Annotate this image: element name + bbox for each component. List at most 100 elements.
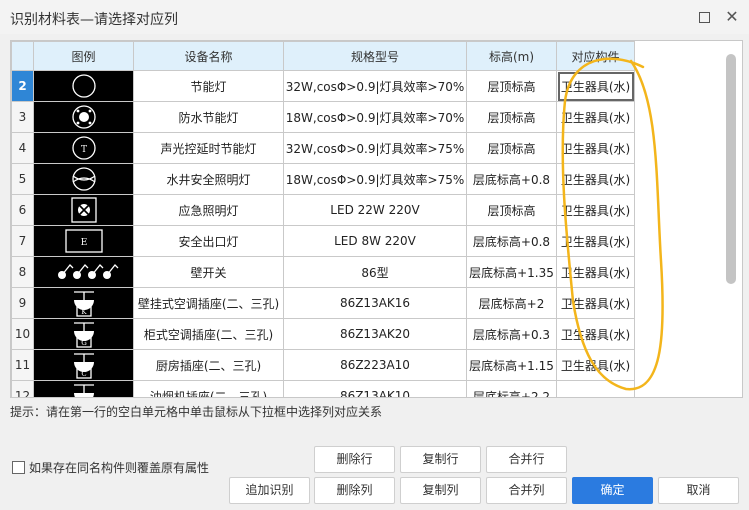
table-row[interactable]: 12 油烟机插座(二、三孔) 86Z13AK10 层底标高+2.2 (11, 380, 635, 397)
row-number[interactable]: 12 (11, 380, 34, 397)
table-row[interactable]: 7 E 安全出口灯 LED 8W 220V 层底标高+0.8 卫生器具(水) (11, 225, 635, 257)
elevation-cell[interactable]: 层底标高+2.2 (466, 380, 557, 397)
device-name-cell[interactable]: 水井安全照明灯 (133, 163, 284, 195)
spec-cell[interactable]: LED 22W 220V (283, 194, 467, 226)
device-name-cell[interactable]: 壁开关 (133, 256, 284, 288)
col-header-name[interactable]: 设备名称 (133, 41, 284, 71)
spec-cell[interactable]: 18W,cosΦ>0.9|灯具效率>70% (283, 101, 467, 133)
device-name-cell[interactable]: 声光控延时节能灯 (133, 132, 284, 164)
symbol-letter: G (81, 339, 87, 347)
row-number[interactable]: 9 (11, 287, 34, 319)
delete-col-button[interactable]: 删除列 (314, 477, 395, 504)
table-row[interactable]: 9 K 壁挂式空调插座(二、三孔) 86Z13AK16 层底标高+2 卫生器具(水) (11, 287, 635, 319)
elevation-cell[interactable]: 层底标高+1.15 (466, 349, 557, 381)
elevation-cell[interactable]: 层顶标高 (466, 194, 557, 226)
table-row[interactable]: 8 壁开关 86型 层底标高+1.35 卫生器具(水) (11, 256, 635, 288)
legend-cell[interactable] (33, 101, 134, 133)
row-number[interactable]: 7 (11, 225, 34, 257)
device-name-cell[interactable]: 油烟机插座(二、三孔) (133, 380, 284, 397)
legend-cell[interactable]: E (33, 225, 134, 257)
device-name-cell[interactable]: 防水节能灯 (133, 101, 284, 133)
spec-cell[interactable]: 86Z13AK16 (283, 287, 467, 319)
legend-cell[interactable] (33, 380, 134, 397)
close-button[interactable]: ✕ (721, 6, 743, 28)
elevation-cell[interactable]: 层底标高+0.3 (466, 318, 557, 350)
col-header-elevation[interactable]: 标高(m) (466, 41, 557, 71)
row-number[interactable]: 10 (11, 318, 34, 350)
row-number[interactable]: 11 (11, 349, 34, 381)
component-cell[interactable]: 卫生器具(水) (556, 225, 635, 257)
header-row: 图例 设备名称 规格型号 标高(m) 对应构件 (11, 41, 635, 71)
spec-cell[interactable]: 32W,cosΦ>0.9|灯具效率>70% (283, 70, 467, 102)
table-row[interactable]: 11 C 厨房插座(二、三孔) 86Z223A10 层底标高+1.15 卫生器具(水) (11, 349, 635, 381)
elevation-cell[interactable]: 层底标高+1.35 (466, 256, 557, 288)
table-row[interactable]: 3 防水节能灯 18W,cosΦ>0.9|灯具效率>70% 层顶标高 卫生器具(水) (11, 101, 635, 133)
spec-cell[interactable]: 18W,cosΦ>0.9|灯具效率>75% (283, 163, 467, 195)
row-number[interactable]: 2 (11, 70, 34, 102)
device-name-cell[interactable]: 安全出口灯 (133, 225, 284, 257)
spec-cell[interactable]: 32W,cosΦ>0.9|灯具效率>75% (283, 132, 467, 164)
row-number[interactable]: 5 (11, 163, 34, 195)
component-cell[interactable]: 卫生器具(水) (556, 349, 635, 381)
vertical-scrollbar[interactable] (726, 54, 736, 284)
col-header-legend[interactable]: 图例 (33, 41, 134, 71)
elevation-cell[interactable]: 层顶标高 (466, 132, 557, 164)
component-cell[interactable]: 卫生器具(水) (556, 287, 635, 319)
component-cell[interactable]: 卫生器具(水) (556, 132, 635, 164)
elevation-cell[interactable]: 层底标高+0.8 (466, 225, 557, 257)
col-header-component[interactable]: 对应构件 (556, 41, 635, 71)
copy-col-button[interactable]: 复制列 (400, 477, 481, 504)
component-cell[interactable]: 卫生器具(水) (556, 256, 635, 288)
material-table[interactable]: 图例 设备名称 规格型号 标高(m) 对应构件 2 节能灯 32W,cosΦ>0.9… (10, 40, 743, 398)
elevation-cell[interactable]: 层顶标高 (466, 101, 557, 133)
table-row[interactable]: 10 G 柜式空调插座(二、三孔) 86Z13AK20 层底标高+0.3 卫生器具(水) (11, 318, 635, 350)
legend-cell[interactable] (33, 70, 134, 102)
component-cell[interactable]: 卫生器具(水) (556, 194, 635, 226)
delete-row-button[interactable]: 删除行 (314, 446, 395, 473)
legend-cell[interactable]: T (33, 132, 134, 164)
component-cell[interactable]: 卫生器具(水) (556, 163, 635, 195)
merge-row-button[interactable]: 合并行 (486, 446, 567, 473)
row-number[interactable]: 6 (11, 194, 34, 226)
spec-cell[interactable]: LED 8W 220V (283, 225, 467, 257)
elevation-cell[interactable]: 层底标高+2 (466, 287, 557, 319)
row-number[interactable]: 4 (11, 132, 34, 164)
merge-col-button[interactable]: 合并列 (486, 477, 567, 504)
component-cell[interactable] (556, 380, 635, 397)
table-row[interactable]: 4 T 声光控延时节能灯 32W,cosΦ>0.9|灯具效率>75% 层顶标高 卫生器具(… (11, 132, 635, 164)
elevation-cell[interactable]: 层顶标高 (466, 70, 557, 102)
legend-cell[interactable] (33, 256, 134, 288)
component-cell[interactable]: 卫生器具(水) (556, 70, 635, 102)
symbol-letter: E (80, 238, 87, 248)
table-row[interactable]: 2 节能灯 32W,cosΦ>0.9|灯具效率>70% 层顶标高 卫生器具(水) (11, 70, 635, 102)
legend-cell[interactable] (33, 194, 134, 226)
device-name-cell[interactable]: 厨房插座(二、三孔) (133, 349, 284, 381)
device-name-cell[interactable]: 应急照明灯 (133, 194, 284, 226)
copy-row-button[interactable]: 复制行 (400, 446, 481, 473)
row-number[interactable]: 8 (11, 256, 34, 288)
cancel-button[interactable]: 取消 (658, 477, 739, 504)
row-number[interactable]: 3 (11, 101, 34, 133)
table-row[interactable]: 6 应急照明灯 LED 22W 220V 层顶标高 卫生器具(水) (11, 194, 635, 226)
device-name-cell[interactable]: 柜式空调插座(二、三孔) (133, 318, 284, 350)
legend-cell[interactable]: C (33, 349, 134, 381)
ok-button[interactable]: 确定 (572, 477, 653, 504)
spec-cell[interactable]: 86Z223A10 (283, 349, 467, 381)
spec-cell[interactable]: 86Z13AK10 (283, 380, 467, 397)
checkbox-box[interactable] (12, 461, 25, 474)
spec-cell[interactable]: 86Z13AK20 (283, 318, 467, 350)
overwrite-checkbox[interactable]: 如果存在同名构件则覆盖原有属性 (12, 459, 209, 476)
legend-cell[interactable]: K (33, 287, 134, 319)
col-header-spec[interactable]: 规格型号 (283, 41, 467, 71)
append-recognize-button[interactable]: 追加识别 (229, 477, 310, 504)
spec-cell[interactable]: 86型 (283, 256, 467, 288)
table-row[interactable]: 5 水井安全照明灯 18W,cosΦ>0.9|灯具效率>75% 层底标高+0.8 卫生器… (11, 163, 635, 195)
device-name-cell[interactable]: 壁挂式空调插座(二、三孔) (133, 287, 284, 319)
elevation-cell[interactable]: 层底标高+0.8 (466, 163, 557, 195)
maximize-button[interactable] (693, 6, 715, 28)
device-name-cell[interactable]: 节能灯 (133, 70, 284, 102)
legend-cell[interactable]: G (33, 318, 134, 350)
legend-cell[interactable] (33, 163, 134, 195)
component-cell[interactable]: 卫生器具(水) (556, 318, 635, 350)
component-cell[interactable]: 卫生器具(水) (556, 101, 635, 133)
